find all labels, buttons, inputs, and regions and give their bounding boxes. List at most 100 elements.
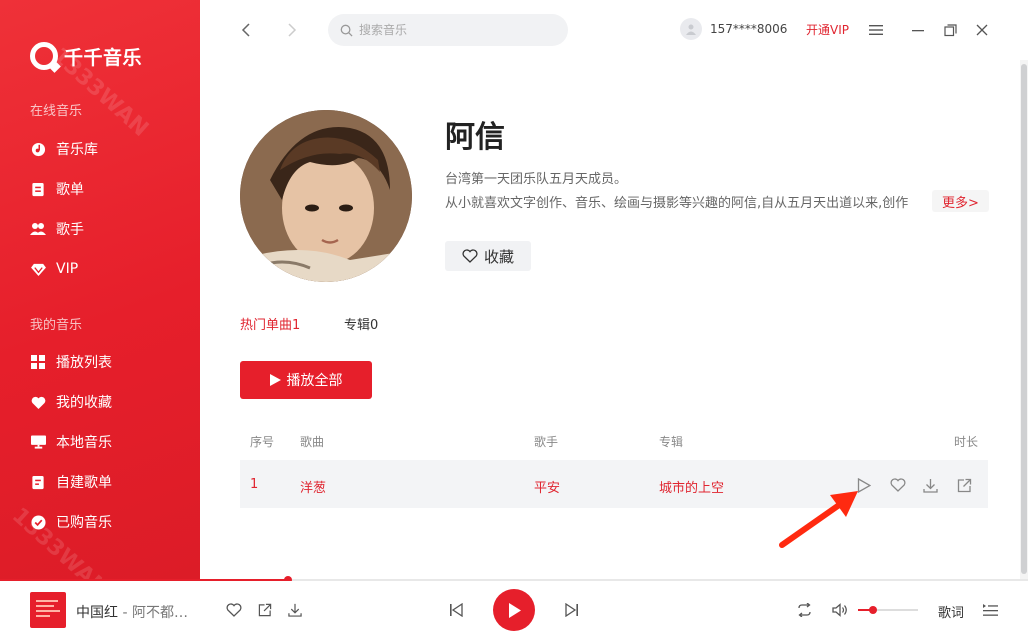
download-icon xyxy=(288,603,302,617)
row-share-button[interactable] xyxy=(955,476,973,494)
now-playing-separator: - xyxy=(118,605,132,621)
now-playing-title: 中国红 xyxy=(76,605,118,621)
lyrics-button[interactable]: 歌词 xyxy=(938,602,964,621)
logo-text: 千千音乐 xyxy=(64,46,143,69)
queue-list-icon xyxy=(983,604,998,616)
column-header-index: 序号 xyxy=(250,435,275,449)
back-button[interactable] xyxy=(236,20,256,40)
sidebar-item-my-favorites[interactable]: 我的收藏 xyxy=(30,391,112,413)
playlist-queue-button[interactable] xyxy=(980,600,1000,620)
row-album[interactable]: 城市的上空 xyxy=(659,477,724,496)
favorite-artist-button[interactable]: 收藏 xyxy=(445,241,531,271)
row-song-title[interactable]: 洋葱 xyxy=(300,477,326,496)
user-avatar[interactable] xyxy=(680,18,702,40)
scrollbar-thumb[interactable] xyxy=(1021,64,1027,574)
search-input[interactable] xyxy=(359,23,539,37)
restore-button[interactable] xyxy=(940,20,960,40)
logo-icon xyxy=(30,42,58,70)
column-header-album: 专辑 xyxy=(659,435,684,449)
sidebar-item-label: 歌手 xyxy=(56,222,84,238)
player-download-button[interactable] xyxy=(285,600,305,620)
sidebar-item-label: 音乐库 xyxy=(56,142,98,158)
grid-icon xyxy=(30,354,46,370)
sidebar-item-label: 播放列表 xyxy=(56,355,112,371)
restore-window-icon xyxy=(943,23,957,36)
tab-albums[interactable]: 专辑0 xyxy=(344,314,378,333)
volume-button[interactable] xyxy=(830,600,850,620)
tab-hot-songs[interactable]: 热门单曲1 xyxy=(240,314,300,333)
favorite-label: 收藏 xyxy=(483,247,514,266)
column-header-song: 歌曲 xyxy=(300,435,325,449)
volume-slider-knob[interactable] xyxy=(869,606,877,614)
minimize-button[interactable] xyxy=(908,20,928,40)
search-icon xyxy=(340,24,353,37)
row-favorite-button[interactable] xyxy=(889,476,907,494)
table-row[interactable] xyxy=(240,460,988,508)
row-play-button[interactable] xyxy=(855,476,873,494)
app-logo[interactable]: 千千音乐 xyxy=(30,42,142,70)
user-icon xyxy=(686,24,696,35)
sidebar: 1333WAN 1333WAN 千千音乐 在线音乐 音乐库 歌单 歌手 VIP … xyxy=(0,0,200,580)
heart-icon xyxy=(30,394,46,410)
chevron-left-icon xyxy=(241,23,250,37)
top-bar: 157****8006 开通VIP xyxy=(200,0,1028,60)
share-icon xyxy=(957,478,971,492)
sidebar-item-label: 本地音乐 xyxy=(56,435,112,451)
column-header-singer: 歌手 xyxy=(534,435,559,449)
row-singer[interactable]: 平安 xyxy=(534,477,560,496)
now-playing-info[interactable]: 中国红 - 阿不都… xyxy=(76,602,188,622)
sidebar-item-play-queue[interactable]: 播放列表 xyxy=(30,351,112,373)
sidebar-item-purchased[interactable]: 已购音乐 xyxy=(30,511,112,533)
heart-outline-icon xyxy=(462,249,478,263)
now-playing-artist: 阿不都… xyxy=(131,605,188,621)
column-header-duration: 时长 xyxy=(954,435,979,449)
music-library-icon xyxy=(30,141,46,157)
sidebar-item-label: 已购音乐 xyxy=(56,515,112,531)
play-outline-icon xyxy=(857,477,871,493)
previous-icon xyxy=(450,603,463,617)
sidebar-item-custom-playlists[interactable]: 自建歌单 xyxy=(30,471,112,493)
search-box[interactable] xyxy=(328,14,568,46)
artist-description-line2: 从小就喜欢文字创作、音乐、绘画与摄影等兴趣的阿信,自从五月天出道以来,创作 xyxy=(445,196,909,211)
forward-button[interactable] xyxy=(282,20,302,40)
minimize-icon xyxy=(912,30,924,32)
sidebar-item-vip[interactable]: VIP xyxy=(30,258,78,280)
next-icon xyxy=(565,603,578,617)
purchased-check-icon xyxy=(30,514,46,530)
player-bar: 中国红 - 阿不都… 歌词 xyxy=(0,581,1028,640)
vip-diamond-icon xyxy=(30,261,46,277)
previous-track-button[interactable] xyxy=(446,600,466,620)
player-share-button[interactable] xyxy=(255,600,275,620)
open-vip-link[interactable]: 开通VIP xyxy=(806,21,849,38)
playlist-icon xyxy=(30,181,46,197)
player-favorite-button[interactable] xyxy=(224,600,244,620)
main-content: 157****8006 开通VIP xyxy=(200,0,1028,580)
volume-icon xyxy=(832,603,847,617)
chevron-right-icon xyxy=(288,23,297,37)
menu-button[interactable] xyxy=(866,20,886,40)
now-playing-cover[interactable] xyxy=(30,592,66,628)
download-icon xyxy=(922,478,938,493)
sidebar-item-singers[interactable]: 歌手 xyxy=(30,218,84,240)
play-pause-button[interactable] xyxy=(493,589,535,631)
play-mode-button[interactable] xyxy=(794,600,814,620)
sidebar-item-label: VIP xyxy=(56,261,79,277)
loop-icon xyxy=(797,603,811,617)
next-track-button[interactable] xyxy=(562,600,582,620)
sidebar-item-label: 自建歌单 xyxy=(56,475,112,491)
heart-outline-icon xyxy=(226,603,242,617)
sidebar-item-music-library[interactable]: 音乐库 xyxy=(30,138,98,160)
more-description-button[interactable]: 更多> xyxy=(932,190,989,212)
artist-description-line1: 台湾第一天团乐队五月天成员。 xyxy=(445,172,628,187)
app-window: 1333WAN 1333WAN 千千音乐 在线音乐 音乐库 歌单 歌手 VIP … xyxy=(0,0,1028,640)
sidebar-item-local-music[interactable]: 本地音乐 xyxy=(30,431,112,453)
sidebar-item-label: 歌单 xyxy=(56,182,84,198)
user-phone[interactable]: 157****8006 xyxy=(710,22,787,36)
row-download-button[interactable] xyxy=(921,476,939,494)
sidebar-item-playlists[interactable]: 歌单 xyxy=(30,178,84,200)
my-music-section-title: 我的音乐 xyxy=(30,318,83,333)
play-all-button[interactable]: 播放全部 xyxy=(240,361,372,399)
play-icon xyxy=(269,374,281,386)
close-button[interactable] xyxy=(972,20,992,40)
play-icon xyxy=(508,602,521,618)
